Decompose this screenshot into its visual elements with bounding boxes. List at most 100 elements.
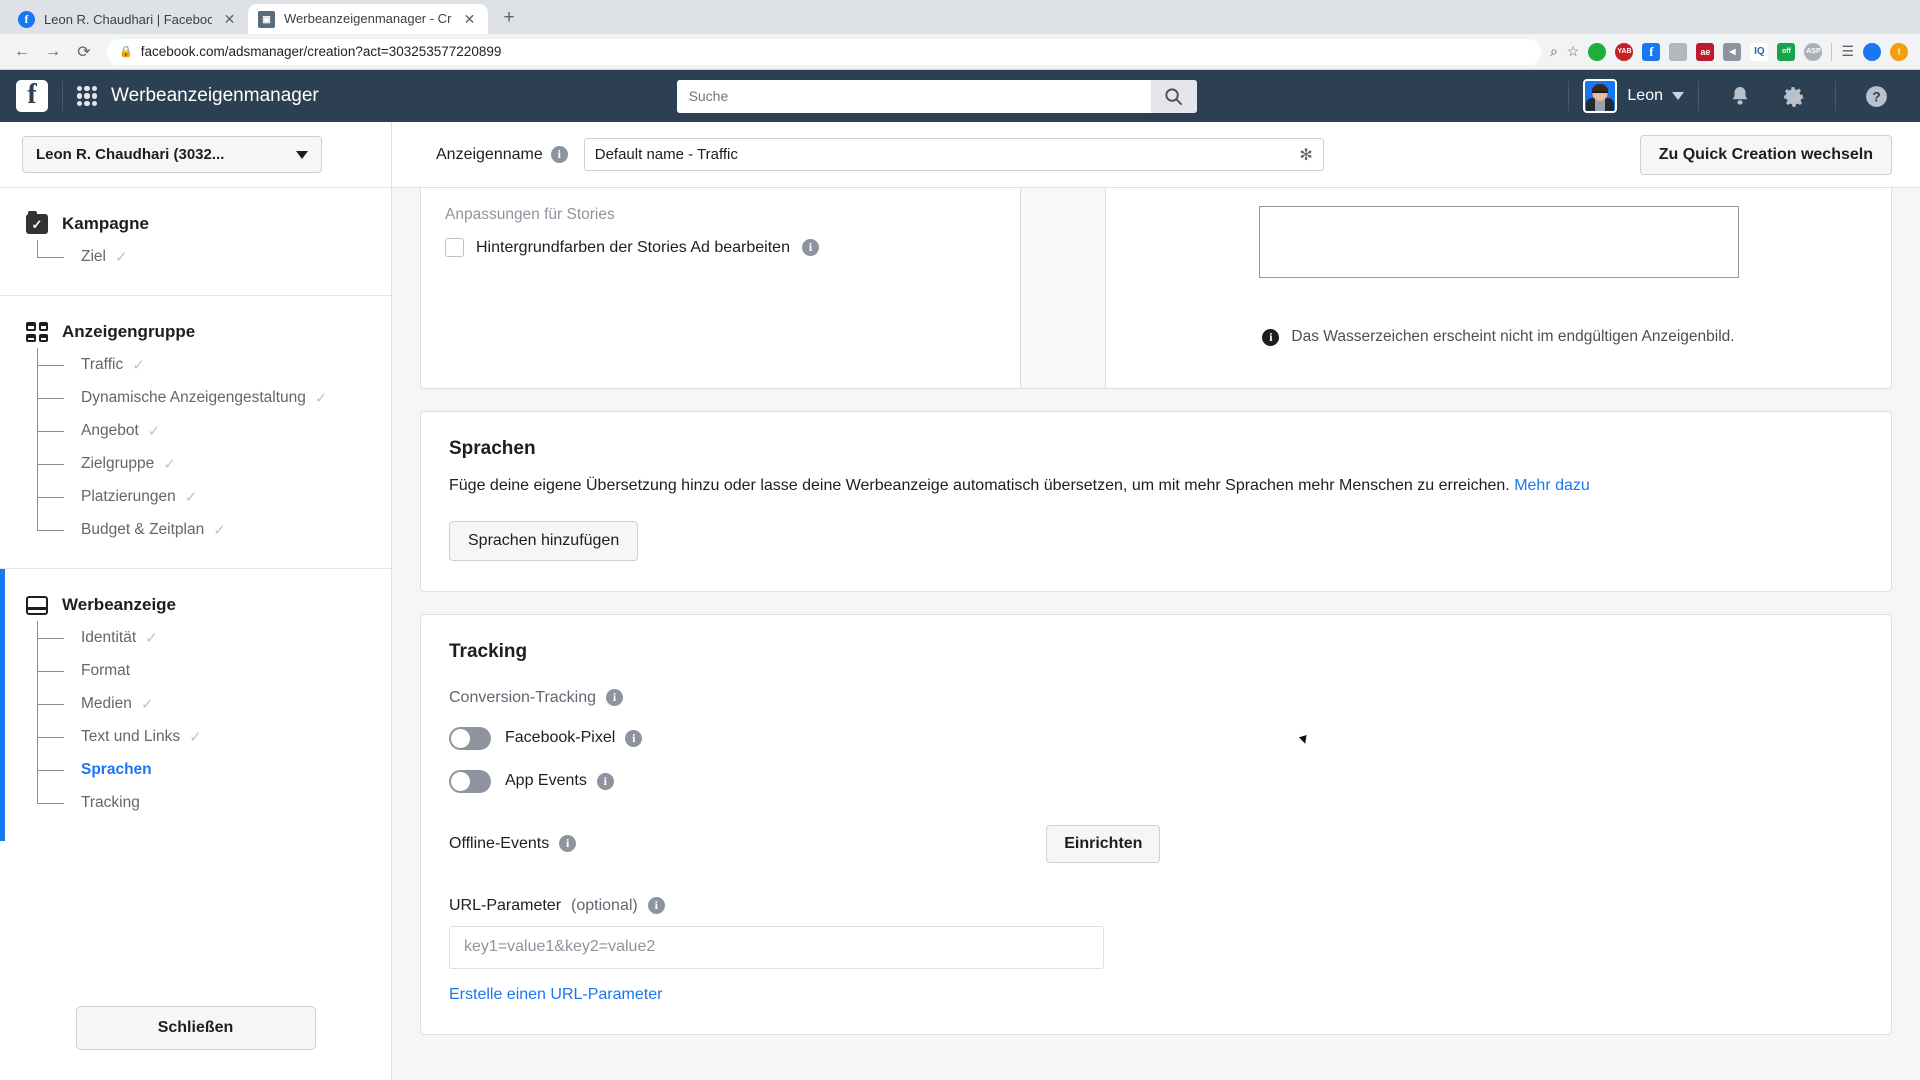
sidebar-item-tracking[interactable]: Tracking — [37, 786, 391, 819]
create-url-parameter-link[interactable]: Erstelle einen URL-Parameter — [449, 986, 662, 1004]
page-body: Leon R. Chaudhari (3032... ✓ Kampagne Zi… — [0, 122, 1920, 1080]
chevron-down-icon[interactable] — [1671, 92, 1684, 100]
header-right: Leon ? — [1554, 70, 1904, 122]
ad-name-label: Anzeigenname — [436, 145, 543, 163]
pocket-extension-icon[interactable]: ◀ — [1723, 42, 1742, 61]
app-grid-icon[interactable] — [77, 86, 97, 106]
offline-events-setup-button[interactable]: Einrichten — [1046, 824, 1161, 863]
sidebar-item-identitaet[interactable]: Identität ✓ — [37, 621, 391, 654]
url-parameter-label: URL-Parameter — [449, 896, 562, 914]
facebook-pixel-label-wrap: Facebook-Pixel i — [505, 729, 643, 747]
user-name[interactable]: Leon — [1627, 87, 1663, 105]
browser-tab-adsmanager[interactable]: ▣ Werbeanzeigenmanager - Cre ✕ — [248, 4, 488, 34]
info-icon[interactable]: i — [801, 239, 819, 256]
svg-text:?: ? — [1873, 89, 1881, 104]
account-row: Leon R. Chaudhari (3032... — [0, 122, 391, 188]
sidebar-item-traffic[interactable]: Traffic ✓ — [37, 348, 391, 381]
header-divider — [1697, 81, 1699, 111]
green-shield-extension-icon[interactable] — [1588, 42, 1607, 61]
ad-preview-box — [1258, 206, 1739, 278]
global-search[interactable] — [676, 79, 1197, 113]
sidebar-item-text-und-links[interactable]: Text und Links ✓ — [37, 720, 391, 753]
user-avatar[interactable] — [1583, 79, 1618, 113]
info-icon[interactable]: i — [647, 897, 665, 915]
sidebar-item-format[interactable]: Format — [37, 654, 391, 687]
close-button[interactable]: Schließen — [75, 1006, 316, 1050]
url-parameter-label-wrap: URL-Parameter (optional) i — [449, 897, 1863, 915]
gear-icon[interactable] — [1767, 70, 1821, 122]
forward-icon[interactable]: → — [39, 38, 67, 66]
sidebar-item-sprachen[interactable]: Sprachen — [37, 753, 391, 786]
facebook-pixel-toggle[interactable] — [449, 726, 491, 750]
app-title: Werbeanzeigenmanager — [111, 85, 319, 106]
info-icon[interactable]: i — [550, 146, 568, 163]
check-icon: ✓ — [132, 356, 145, 374]
nav-head-kampagne[interactable]: ✓ Kampagne — [26, 211, 391, 234]
browser-profile-avatar[interactable] — [1863, 42, 1881, 61]
search-icon[interactable] — [1150, 79, 1197, 113]
close-tab-icon[interactable]: ✕ — [461, 11, 478, 28]
reload-icon[interactable]: ⟳ — [70, 38, 98, 66]
gear-icon[interactable]: ✻ — [1299, 145, 1312, 165]
sidebar-item-dynamische-anzeigengestaltung[interactable]: Dynamische Anzeigengestaltung ✓ — [37, 381, 391, 414]
playlist-icon[interactable]: ☰ — [1841, 43, 1854, 60]
facebook-logo[interactable]: f — [16, 80, 48, 112]
info-icon[interactable]: i — [625, 729, 643, 747]
stories-background-checkbox[interactable] — [445, 238, 464, 257]
facebook-pixel-label: Facebook-Pixel — [505, 729, 616, 747]
add-languages-button[interactable]: Sprachen hinzufügen — [449, 520, 639, 561]
nav-group-kampagne: ✓ Kampagne Ziel ✓ — [0, 188, 391, 296]
close-tab-icon[interactable]: ✕ — [221, 11, 238, 28]
mehr-dazu-link[interactable]: Mehr dazu — [1514, 477, 1590, 494]
scroll-area[interactable]: Anpassungen für Stories Hintergrundfarbe… — [392, 188, 1920, 1080]
iq-extension-icon[interactable]: IQ — [1750, 42, 1769, 61]
ad-name-field[interactable]: ✻ — [583, 138, 1324, 171]
nav-head-anzeigengruppe[interactable]: Anzeigengruppe — [26, 322, 391, 342]
account-selector[interactable]: Leon R. Chaudhari (3032... — [22, 136, 322, 173]
sidebar-item-label: Platzierungen — [81, 487, 176, 505]
app-events-toggle[interactable] — [449, 769, 491, 793]
ad-name-input[interactable] — [594, 146, 1300, 163]
app-events-toggle-row[interactable]: App Events i — [449, 769, 1863, 793]
off-extension-icon[interactable]: off — [1777, 42, 1796, 61]
stories-checkbox-row[interactable]: Hintergrundfarben der Stories Ad bearbei… — [445, 238, 996, 257]
address-bar[interactable]: 🔒 facebook.com/adsmanager/creation?act=3… — [107, 38, 1542, 65]
new-tab-button[interactable]: + — [494, 3, 524, 33]
sidebar-item-zielgruppe[interactable]: Zielgruppe ✓ — [37, 447, 391, 480]
bookmark-star-icon[interactable]: ☆ — [1567, 43, 1580, 60]
nav-group-anzeigengruppe: Anzeigengruppe Traffic ✓ Dynamische Anze… — [0, 296, 391, 569]
yab-extension-icon[interactable]: YAB — [1615, 42, 1634, 61]
sidebar-item-label: Budget & Zeitplan — [81, 520, 205, 538]
url-parameter-input[interactable] — [449, 925, 1104, 969]
sidebar-item-ziel[interactable]: Ziel ✓ — [37, 240, 391, 273]
nav-head-werbeanzeige[interactable]: Werbeanzeige — [26, 595, 391, 615]
quick-creation-button[interactable]: Zu Quick Creation wechseln — [1639, 134, 1892, 175]
subnav-anzeigengruppe: Traffic ✓ Dynamische Anzeigengestaltung … — [37, 348, 391, 546]
toolbar-divider — [1831, 42, 1833, 61]
update-alert-icon[interactable]: ! — [1890, 42, 1908, 61]
sidebar-item-medien[interactable]: Medien ✓ — [37, 687, 391, 720]
facebook-pixel-helper-extension-icon[interactable]: f — [1642, 42, 1661, 61]
info-icon[interactable]: i — [596, 772, 614, 790]
search-input[interactable] — [676, 79, 1151, 113]
sidebar-item-label: Sprachen — [81, 760, 152, 778]
browser-tab-title-text: Werbeanzeigenmanager - Cre — [284, 11, 452, 26]
sidebar-item-budget-zeitplan[interactable]: Budget & Zeitplan ✓ — [37, 513, 391, 546]
stories-sub-label: Anpassungen für Stories — [445, 206, 615, 223]
ae-extension-icon[interactable]: ae — [1696, 42, 1715, 61]
sidebar-item-platzierungen[interactable]: Platzierungen ✓ — [37, 480, 391, 513]
help-question-icon[interactable]: ? — [1850, 70, 1904, 122]
browser-tab-facebook[interactable]: f Leon R. Chaudhari | Facebook ✕ — [8, 4, 248, 34]
nav-group-werbeanzeige: Werbeanzeige Identität ✓ Format Medien ✓… — [0, 569, 391, 841]
info-icon[interactable]: i — [559, 835, 577, 853]
back-icon[interactable]: ← — [8, 38, 36, 66]
offline-events-label: Offline-Events — [449, 834, 550, 852]
sidebar-item-angebot[interactable]: Angebot ✓ — [37, 414, 391, 447]
watermark-note: i Das Wasserzeichen erscheint nicht im e… — [1130, 328, 1867, 346]
search-icon[interactable]: ⌕ — [1550, 43, 1558, 60]
info-icon[interactable]: i — [606, 689, 624, 707]
bell-icon[interactable] — [1713, 70, 1767, 122]
facebook-pixel-toggle-row[interactable]: Facebook-Pixel i — [449, 726, 1863, 750]
asp-extension-icon[interactable]: ASP — [1804, 42, 1823, 61]
gray-extension-icon[interactable] — [1669, 42, 1688, 61]
